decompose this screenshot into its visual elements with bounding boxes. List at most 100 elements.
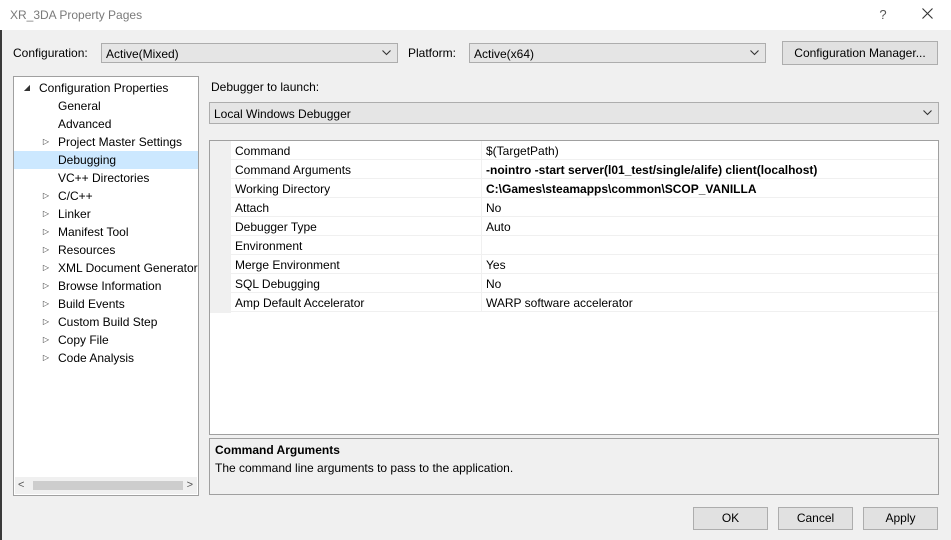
tree-item-label: XML Document Generator [58,261,198,275]
property-row[interactable]: SQL Debugging No [231,274,938,293]
property-value[interactable]: No [486,277,501,291]
title-bar: XR_3DA Property Pages ? [0,0,951,30]
tree-item-project-master-settings[interactable]: ▷ Project Master Settings [14,133,198,151]
column-divider [481,217,482,236]
property-value[interactable]: No [486,201,501,215]
column-divider [481,236,482,255]
tree-item-advanced[interactable]: Advanced [14,115,198,133]
tree-item-label: Build Events [58,297,125,311]
tree-item-vc-directories[interactable]: VC++ Directories [14,169,198,187]
collapsed-triangle-icon[interactable]: ▷ [41,241,51,259]
platform-label: Platform: [408,46,457,60]
collapsed-triangle-icon[interactable]: ▷ [41,349,51,367]
property-row[interactable]: Command $(TargetPath) [231,141,938,160]
apply-button[interactable]: Apply [863,507,938,530]
property-value[interactable]: Yes [486,258,506,272]
description-title: Command Arguments [215,443,340,457]
property-name: Debugger Type [235,220,317,234]
property-row[interactable]: Amp Default Accelerator WARP software acc… [231,293,938,312]
tree-item-label: Linker [58,207,91,221]
tree-item-copy-file[interactable]: ▷ Copy File [14,331,198,349]
debugger-value: Local Windows Debugger [214,107,351,121]
property-value[interactable]: -nointro -start server(l01_test/single/a… [486,163,817,177]
description-panel: Command Arguments The command line argum… [209,438,939,495]
column-divider [481,141,482,160]
collapsed-triangle-icon[interactable]: ▷ [41,259,51,277]
tree-item-label: Copy File [58,333,109,347]
tree-item-linker[interactable]: ▷ Linker [14,205,198,223]
tree-item-label: Resources [58,243,116,257]
property-row[interactable]: Debugger Type Auto [231,217,938,236]
apply-label: Apply [885,511,916,525]
configuration-label: Configuration: [13,46,88,60]
configuration-manager-label: Configuration Manager... [794,46,926,60]
collapsed-triangle-icon[interactable]: ▷ [41,331,51,349]
column-divider [481,179,482,198]
configuration-dropdown[interactable]: Active(Mixed) [101,43,398,63]
tree-item-c-c[interactable]: ▷ C/C++ [14,187,198,205]
tree-item-label: Configuration Properties [39,81,169,95]
cancel-label: Cancel [796,511,835,525]
tree-item-label: VC++ Directories [58,171,150,185]
property-value[interactable]: C:\Games\steamapps\common\SCOP_VANILLA [486,182,757,196]
collapsed-triangle-icon[interactable]: ▷ [41,313,51,331]
close-button[interactable] [913,3,943,25]
tree-horizontal-scrollbar[interactable]: < > [15,477,197,494]
tree-item-debugging[interactable]: Debugging [14,151,198,169]
tree-item-resources[interactable]: ▷ Resources [14,241,198,259]
property-row[interactable]: Environment [231,236,938,255]
column-divider [481,198,482,217]
tree-item-custom-build-step[interactable]: ▷ Custom Build Step [14,313,198,331]
property-name: Merge Environment [235,258,340,272]
property-row[interactable]: Attach No [231,198,938,217]
help-button[interactable]: ? [876,7,890,22]
column-divider [481,274,482,293]
collapsed-triangle-icon[interactable]: ▷ [41,223,51,241]
window-title: XR_3DA Property Pages [10,8,143,22]
configuration-manager-button[interactable]: Configuration Manager... [782,41,938,65]
description-text: The command line arguments to pass to th… [215,461,514,475]
collapsed-triangle-icon[interactable]: ▷ [41,133,51,151]
property-value[interactable]: $(TargetPath) [486,144,559,158]
tree-item-general[interactable]: General [14,97,198,115]
column-divider [481,293,482,312]
property-name: Working Directory [235,182,331,196]
tree-item-label: Custom Build Step [58,315,158,329]
scroll-right-arrow-icon[interactable]: > [187,479,193,491]
collapsed-triangle-icon[interactable]: ▷ [41,277,51,295]
property-grid: Command $(TargetPath) Command Arguments -no… [209,140,939,435]
platform-dropdown[interactable]: Active(x64) [469,43,766,63]
tree-item-xml-document-generator[interactable]: ▷ XML Document Generator [14,259,198,277]
tree-item-manifest-tool[interactable]: ▷ Manifest Tool [14,223,198,241]
ok-button[interactable]: OK [693,507,768,530]
property-row[interactable]: Working Directory C:\Games\steamapps\comm… [231,179,938,198]
scrollbar-thumb[interactable] [33,481,183,490]
tree-item-configuration-properties[interactable]: ◢ Configuration Properties [14,79,198,97]
collapsed-triangle-icon[interactable]: ▷ [41,295,51,313]
close-icon [922,8,933,19]
tree-item-label: C/C++ [58,189,93,203]
chevron-down-icon [382,50,391,56]
configuration-value: Active(Mixed) [106,47,179,61]
platform-value: Active(x64) [474,47,535,61]
cancel-button[interactable]: Cancel [778,507,853,530]
property-row[interactable]: Merge Environment Yes [231,255,938,274]
collapsed-triangle-icon[interactable]: ▷ [41,187,51,205]
property-name: Attach [235,201,270,215]
tree-item-label: Code Analysis [58,351,135,365]
tree-item-code-analysis[interactable]: ▷ Code Analysis [14,349,198,367]
tree-item-build-events[interactable]: ▷ Build Events [14,295,198,313]
tree-item-label: General [58,99,101,113]
expanded-triangle-icon[interactable]: ◢ [22,79,32,97]
tree-item-browse-information[interactable]: ▷ Browse Information [14,277,198,295]
property-row[interactable]: Command Arguments -nointro -start server(… [231,160,938,179]
tree-item-label: Manifest Tool [58,225,129,239]
debugger-to-launch-label: Debugger to launch: [211,80,320,94]
debugger-dropdown[interactable]: Local Windows Debugger [209,102,939,124]
property-tree: ◢ Configuration Properties General Advanced… [13,76,199,496]
property-value[interactable]: Auto [486,220,511,234]
tree-item-label: Browse Information [58,279,162,293]
collapsed-triangle-icon[interactable]: ▷ [41,205,51,223]
property-value[interactable]: WARP software accelerator [486,296,633,310]
scroll-left-arrow-icon[interactable]: < [18,479,24,491]
